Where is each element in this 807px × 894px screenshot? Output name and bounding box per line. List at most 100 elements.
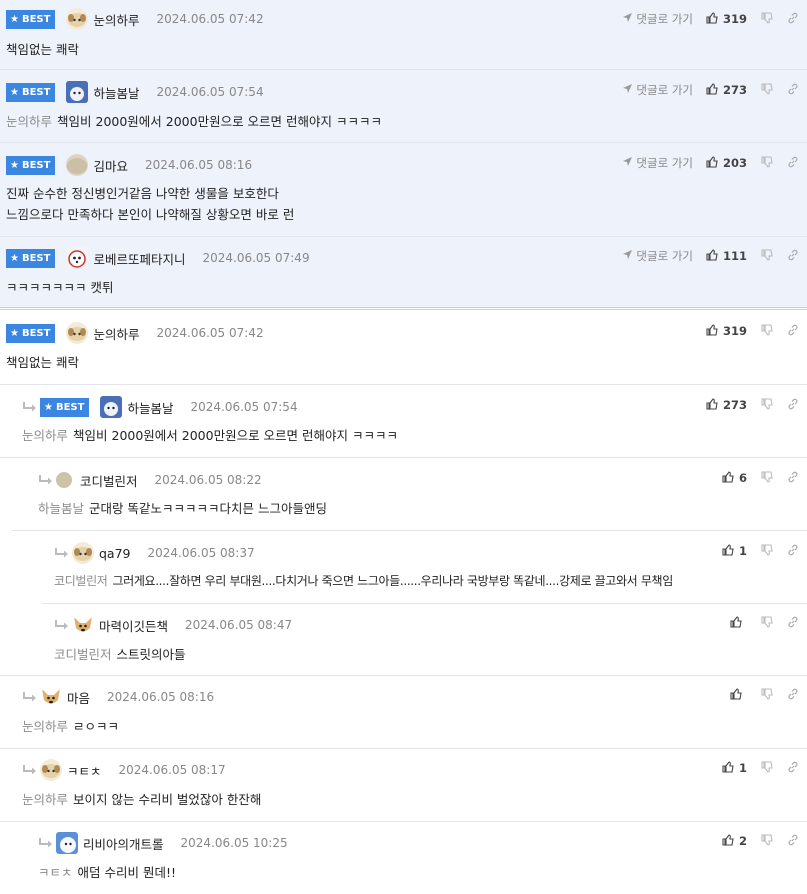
- thumbs-up-icon: [722, 760, 739, 776]
- author-nickname[interactable]: 눈의하루: [93, 324, 139, 343]
- thumbs-up-icon: [706, 248, 723, 264]
- thumbs-up-icon: [722, 543, 739, 559]
- author-nickname[interactable]: 마력이깃든책: [99, 616, 168, 635]
- dislike-button[interactable]: [761, 397, 773, 413]
- like-button[interactable]: [730, 687, 747, 703]
- send-icon: [622, 12, 636, 26]
- author-nickname[interactable]: 김마요: [93, 156, 128, 175]
- dislike-button[interactable]: [761, 323, 773, 339]
- mention-nickname[interactable]: 하늘봄날: [38, 501, 84, 516]
- mention-nickname[interactable]: 코디벌린저: [54, 647, 112, 662]
- comment-text: 하늘봄날 군대랑 똑같노ㅋㅋㅋㅋㅋ다치믄 느그아들앤딩: [38, 501, 327, 516]
- mention-nickname[interactable]: 코디벌린저: [54, 574, 108, 588]
- goto-comment-link[interactable]: 댓글로 가기: [622, 155, 693, 171]
- mention-nickname[interactable]: 눈의하루: [22, 719, 68, 734]
- like-button[interactable]: 2: [722, 833, 747, 849]
- dislike-button[interactable]: [761, 155, 773, 171]
- dislike-button[interactable]: [761, 248, 773, 264]
- share-link-button[interactable]: [787, 156, 799, 171]
- thumbs-up-icon: [706, 323, 723, 339]
- author-nickname[interactable]: 마음: [67, 688, 90, 707]
- avatar[interactable]: [40, 686, 62, 708]
- comment-reply: ★ BEST 하늘봄날 2024.06.05 07:54 273 눈의하루 책임비 …: [0, 385, 807, 458]
- avatar[interactable]: [66, 247, 89, 269]
- dislike-button[interactable]: [761, 833, 773, 849]
- share-link-button[interactable]: [787, 616, 799, 631]
- avatar[interactable]: [66, 8, 89, 30]
- mention-nickname[interactable]: 눈의하루: [6, 114, 52, 129]
- like-button[interactable]: 111: [706, 248, 747, 264]
- comment-reply: 마음 2024.06.05 08:16 눈의하루 ㄹㅇㅋㅋ: [0, 676, 807, 749]
- avatar[interactable]: [100, 396, 123, 418]
- like-button[interactable]: 1: [722, 760, 747, 776]
- star-icon: ★: [10, 159, 19, 171]
- share-link-button[interactable]: [787, 834, 799, 849]
- dislike-button[interactable]: [761, 760, 773, 776]
- dislike-button[interactable]: [761, 11, 773, 27]
- share-link-button[interactable]: [787, 471, 799, 486]
- dislike-button[interactable]: [761, 543, 773, 559]
- like-button[interactable]: 273: [706, 82, 747, 98]
- best-comment: ★ BEST 김마요 2024.06.05 08:16 댓글로 가기 203 진짜…: [0, 143, 807, 237]
- mention-nickname[interactable]: 눈의하루: [22, 792, 68, 807]
- author-nickname[interactable]: 리비아의개트롤: [83, 834, 164, 853]
- dislike-button[interactable]: [761, 470, 773, 486]
- avatar[interactable]: [66, 322, 89, 344]
- like-button[interactable]: 319: [706, 323, 747, 339]
- mention-nickname[interactable]: 눈의하루: [22, 428, 68, 443]
- share-link-button[interactable]: [787, 324, 799, 339]
- thumbs-up-icon: [706, 397, 723, 413]
- like-button[interactable]: 273: [706, 397, 747, 413]
- like-button[interactable]: 1: [722, 543, 747, 559]
- author-nickname[interactable]: 눈의하루: [93, 10, 139, 29]
- share-link-button[interactable]: [787, 249, 799, 264]
- thumbs-down-icon: [761, 155, 773, 171]
- section-divider: [0, 307, 807, 310]
- thumbs-down-icon: [761, 323, 773, 339]
- author-nickname[interactable]: 하늘봄날: [127, 398, 173, 417]
- share-link-button[interactable]: [787, 398, 799, 413]
- share-link-button[interactable]: [787, 83, 799, 98]
- avatar[interactable]: [40, 759, 62, 781]
- avatar[interactable]: [56, 472, 72, 488]
- thumbs-down-icon: [761, 397, 773, 413]
- share-link-button[interactable]: [787, 544, 799, 559]
- author-nickname[interactable]: 로베르또페타지니: [93, 249, 185, 268]
- avatar[interactable]: [72, 542, 94, 564]
- comment-text: 눈의하루 보이지 않는 수리비 벌었잖아 한잔해: [22, 792, 262, 807]
- reply-arrow-icon: [22, 764, 38, 776]
- mention-nickname[interactable]: ㅋㅌㅊ: [38, 865, 73, 880]
- like-button[interactable]: 319: [706, 11, 747, 27]
- link-icon: [787, 761, 799, 776]
- send-icon: [622, 83, 636, 97]
- thumbs-up-icon: [722, 833, 739, 849]
- author-nickname[interactable]: 코디벌린저: [80, 471, 138, 490]
- share-link-button[interactable]: [787, 761, 799, 776]
- comment-reply: ㅋㅌㅊ 2024.06.05 08:17 1 눈의하루 보이지 않는 수리비 벌었…: [0, 749, 807, 822]
- best-comment: ★ BEST 눈의하루 2024.06.05 07:42 댓글로 가기 319 책…: [0, 0, 807, 70]
- like-button[interactable]: [730, 615, 747, 631]
- author-nickname[interactable]: 하늘봄날: [93, 83, 139, 102]
- share-link-button[interactable]: [787, 688, 799, 703]
- goto-comment-link[interactable]: 댓글로 가기: [622, 248, 693, 264]
- comment-item: ★ BEST 눈의하루 2024.06.05 07:42 319 책임없는 쾌락: [0, 312, 807, 385]
- share-link-button[interactable]: [787, 12, 799, 27]
- reply-arrow-icon: [38, 837, 54, 849]
- like-button[interactable]: 203: [706, 155, 747, 171]
- author-nickname[interactable]: qa79: [99, 546, 131, 561]
- like-button[interactable]: 6: [722, 470, 747, 486]
- dislike-button[interactable]: [761, 687, 773, 703]
- avatar[interactable]: [56, 832, 78, 854]
- dislike-button[interactable]: [761, 82, 773, 98]
- avatar[interactable]: [66, 81, 89, 103]
- dislike-button[interactable]: [761, 615, 773, 631]
- comment-text: 눈의하루 ㄹㅇㅋㅋ: [22, 719, 120, 734]
- avatar[interactable]: [72, 614, 94, 636]
- thumbs-down-icon: [761, 760, 773, 776]
- goto-comment-link[interactable]: 댓글로 가기: [622, 82, 693, 98]
- goto-comment-link[interactable]: 댓글로 가기: [622, 11, 693, 27]
- avatar[interactable]: [66, 154, 89, 176]
- best-badge: ★ BEST: [6, 248, 56, 268]
- send-icon: [622, 249, 636, 263]
- author-nickname[interactable]: ㅋㅌㅊ: [67, 761, 102, 780]
